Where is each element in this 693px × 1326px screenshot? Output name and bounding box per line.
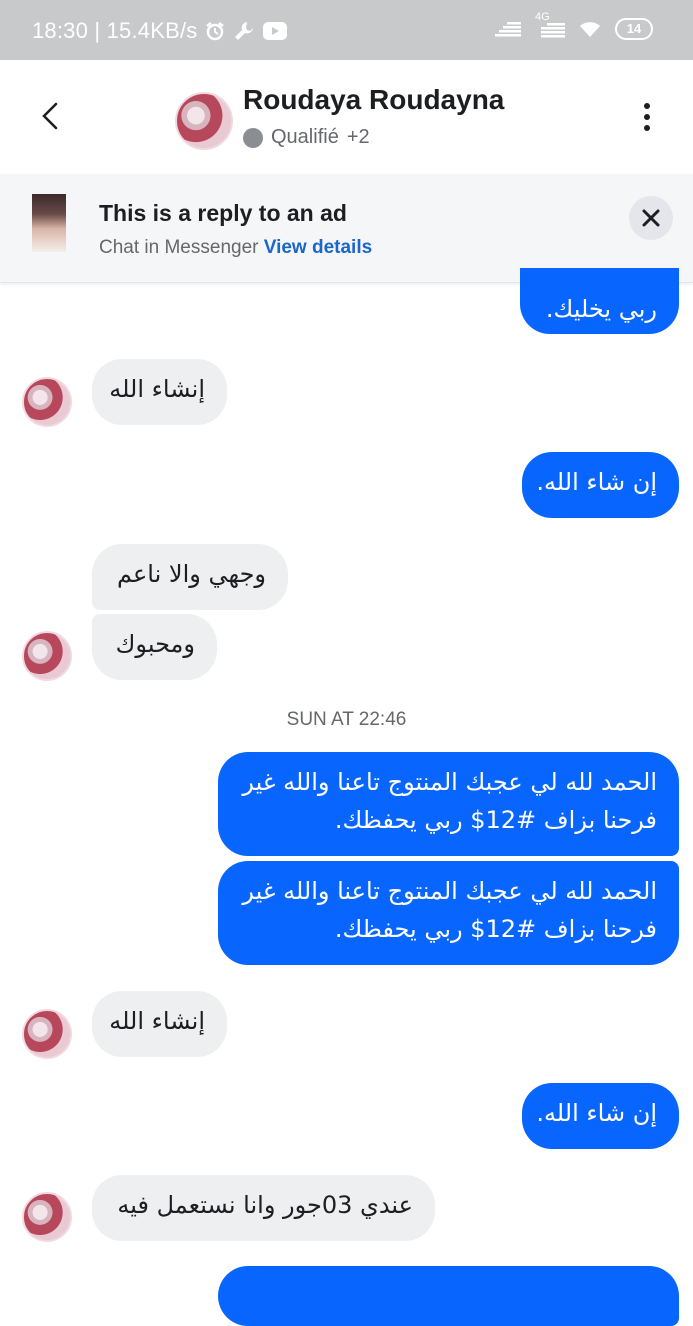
battery-indicator: 14 <box>615 18 653 40</box>
sender-avatar[interactable] <box>22 377 72 427</box>
message-bubble-outgoing[interactable]: إن شاء الله. <box>522 1083 679 1149</box>
status-time-speed: 18:30 | 15.4KB/s <box>32 18 198 43</box>
timestamp-divider: SUN AT 22:46 <box>286 709 407 730</box>
sender-avatar[interactable] <box>22 1192 72 1242</box>
message-bubble-incoming[interactable]: وجهي والا ناعم <box>92 544 288 610</box>
close-icon <box>642 209 660 227</box>
more-options-button[interactable] <box>641 102 653 132</box>
status-dot-icon <box>243 127 263 148</box>
sender-avatar[interactable] <box>22 1009 72 1059</box>
wifi-icon <box>579 20 601 38</box>
ad-thumbnail[interactable] <box>32 194 66 252</box>
alarm-icon <box>205 21 225 41</box>
youtube-icon <box>263 22 288 40</box>
ad-banner-subtitle-text: Chat in Messenger <box>99 237 259 258</box>
more-vertical-icon <box>644 103 650 131</box>
view-details-link[interactable]: View details <box>264 237 372 258</box>
chevron-left-icon <box>42 102 58 130</box>
message-bubble-incoming[interactable]: ومحبوك <box>92 614 217 680</box>
extra-labels-count: +2 <box>346 126 370 148</box>
conversation-header: Roudaya Roudayna Qualifié +2 <box>0 60 693 174</box>
message-bubble-incoming[interactable]: إنشاء الله <box>92 359 227 425</box>
message-bubble-outgoing-partial[interactable] <box>218 1266 679 1326</box>
contact-labels[interactable]: Qualifié +2 <box>243 126 370 149</box>
status-bar: 18:30 | 15.4KB/s 4G 14 <box>0 0 693 60</box>
status-label: Qualifié <box>271 126 339 148</box>
ad-banner-title: This is a reply to an ad <box>99 200 347 226</box>
sender-avatar[interactable] <box>22 631 72 681</box>
ad-banner-subtitle: Chat in Messenger View details <box>99 237 372 259</box>
back-button[interactable] <box>34 94 70 138</box>
contact-avatar[interactable] <box>175 92 233 150</box>
ad-reply-banner: This is a reply to an ad Chat in Messeng… <box>0 174 693 283</box>
message-bubble-outgoing[interactable]: الحمد لله لي عجبك المنتوج تاعنا والله غي… <box>218 752 679 856</box>
message-bubble-outgoing[interactable]: إن شاء الله. <box>522 452 679 518</box>
signal-bars-icon <box>495 20 521 38</box>
signal-4g-icon: 4G <box>535 11 565 39</box>
message-bubble-outgoing[interactable]: ربي يخليك. <box>520 268 679 334</box>
close-banner-button[interactable] <box>629 196 673 240</box>
contact-name[interactable]: Roudaya Roudayna <box>243 84 504 116</box>
message-bubble-incoming[interactable]: عندي 03جور وانا نستعمل فيه <box>92 1175 435 1241</box>
message-bubble-outgoing[interactable]: الحمد لله لي عجبك المنتوج تاعنا والله غي… <box>218 861 679 965</box>
network-label: 4G <box>535 11 550 23</box>
wrench-icon <box>233 20 255 42</box>
message-bubble-incoming[interactable]: إنشاء الله <box>92 991 227 1057</box>
